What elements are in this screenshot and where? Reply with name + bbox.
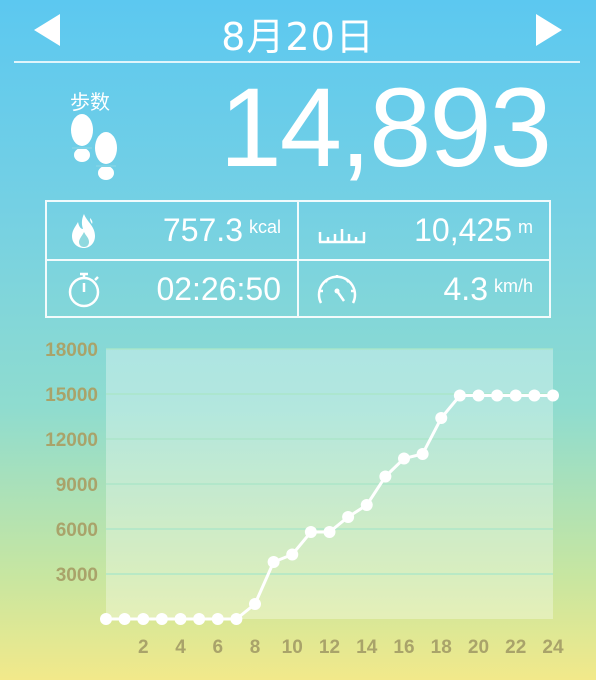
- y-tick-label: 15000: [45, 385, 98, 406]
- data-point: [100, 613, 112, 625]
- x-tick-label: 4: [175, 637, 186, 658]
- time-value: 02:26:50: [156, 271, 281, 307]
- x-tick-label: 12: [319, 637, 340, 658]
- stats-grid: 757.3 kcal 10,425 m 02:26:50 4.3 km/h: [45, 200, 551, 318]
- hourly-steps-chart: 1800015000120009000600030002 4 6 8 10 12 14 16 1…: [45, 340, 564, 658]
- speed-readout: 4.3 km/h: [444, 271, 534, 308]
- x-tick-label: 2: [138, 637, 149, 658]
- footprints-icon: [71, 114, 117, 180]
- speedometer-icon: [317, 275, 357, 304]
- data-point: [491, 389, 504, 402]
- x-tick-label: 18: [431, 637, 452, 658]
- distance-readout: 10,425 m: [414, 212, 533, 249]
- distance-value: 10,425: [414, 212, 512, 248]
- data-point: [155, 613, 168, 625]
- data-point: [118, 613, 131, 625]
- data-point: [211, 613, 224, 625]
- x-tick-label: 24: [542, 637, 564, 658]
- data-point: [137, 613, 150, 625]
- x-tick-label: 10: [282, 637, 303, 658]
- distance-cell: 10,425 m: [299, 202, 549, 259]
- date-title: 8月20日: [221, 15, 375, 59]
- data-point: [286, 548, 299, 561]
- data-point: [174, 613, 187, 625]
- data-point: [453, 389, 466, 402]
- data-point: [304, 526, 317, 538]
- data-point: [267, 556, 280, 568]
- x-tick-label: 22: [505, 637, 526, 658]
- x-tick-label: 6: [212, 637, 223, 658]
- data-point: [398, 452, 410, 465]
- x-tick-label: 14: [356, 637, 378, 658]
- flame-icon: [72, 214, 95, 248]
- data-point: [547, 389, 559, 402]
- next-day-arrow-icon[interactable]: [534, 12, 564, 48]
- data-point: [528, 389, 541, 402]
- data-point: [249, 598, 261, 610]
- stopwatch-icon: [68, 272, 100, 308]
- distance-unit: m: [518, 217, 533, 237]
- data-point: [360, 499, 373, 511]
- data-point: [379, 470, 392, 483]
- y-tick-label: 18000: [45, 340, 98, 361]
- data-point: [342, 511, 355, 523]
- calories-cell: 757.3 kcal: [47, 202, 297, 259]
- ruler-icon: [318, 229, 366, 244]
- header-divider: [14, 61, 580, 63]
- data-point: [435, 412, 448, 424]
- speed-unit: km/h: [493, 276, 533, 296]
- data-point: [509, 389, 522, 402]
- date-header: 8月20日: [0, 0, 596, 62]
- y-tick-label: 6000: [56, 520, 98, 541]
- calories-value: 757.3: [162, 212, 243, 248]
- speed-value: 4.3: [443, 271, 488, 307]
- x-tick-label: 8: [250, 637, 261, 658]
- speed-cell: 4.3 km/h: [299, 261, 549, 318]
- data-point: [416, 448, 429, 460]
- data-point: [472, 389, 485, 402]
- calories-unit: kcal: [248, 217, 281, 237]
- time-cell: 02:26:50: [47, 261, 297, 318]
- y-tick-label: 12000: [45, 430, 98, 451]
- x-tick-label: 20: [468, 637, 489, 658]
- step-count: 14,893: [219, 65, 552, 190]
- y-tick-label: 3000: [56, 565, 98, 586]
- data-point: [230, 613, 243, 625]
- x-tick-label: 16: [393, 637, 414, 658]
- data-point: [323, 526, 336, 538]
- y-tick-label: 9000: [56, 475, 98, 496]
- calories-readout: 757.3 kcal: [163, 212, 281, 249]
- data-point: [193, 613, 206, 625]
